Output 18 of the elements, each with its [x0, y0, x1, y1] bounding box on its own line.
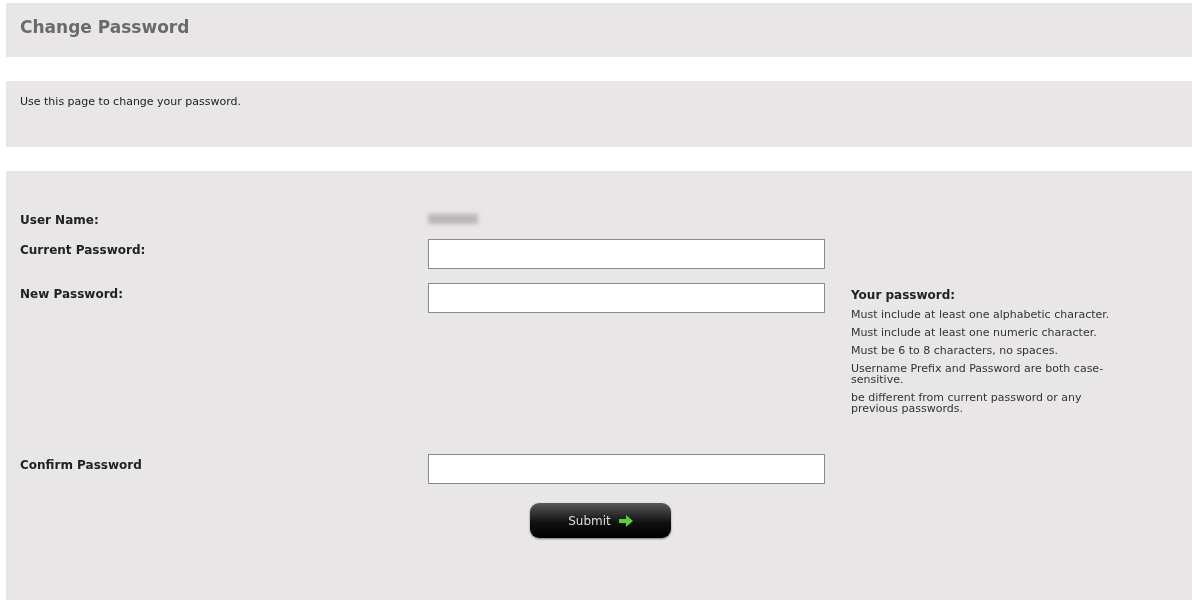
rule-text: Must include at least one numeric character. — [851, 327, 1098, 338]
field-label: New Password: — [20, 286, 124, 301]
page-title: Change Password — [20, 17, 191, 37]
rule-text: Username Prefix and Password are both case-sensitive. — [851, 363, 1105, 385]
blurred-username — [428, 214, 478, 224]
password-field[interactable] — [428, 283, 825, 313]
arrow-icon — [618, 514, 633, 527]
intro-text: Use this page to change your password. — [20, 95, 243, 108]
rule-text: be different from current password or any previous passwords. — [851, 392, 1083, 414]
field-label: User Name: — [20, 212, 100, 227]
rules-heading: Your password: — [851, 288, 957, 302]
rule-text: Must include at least one alphabetic character. — [851, 309, 1111, 320]
password-field[interactable] — [428, 239, 825, 269]
submit-button[interactable]: Submit — [530, 503, 671, 538]
field-label: Confirm Password — [20, 457, 143, 472]
rule-text: Must be 6 to 8 characters, no spaces. — [851, 345, 1059, 356]
password-field[interactable] — [428, 454, 825, 484]
field-label: Current Password: — [20, 242, 147, 257]
